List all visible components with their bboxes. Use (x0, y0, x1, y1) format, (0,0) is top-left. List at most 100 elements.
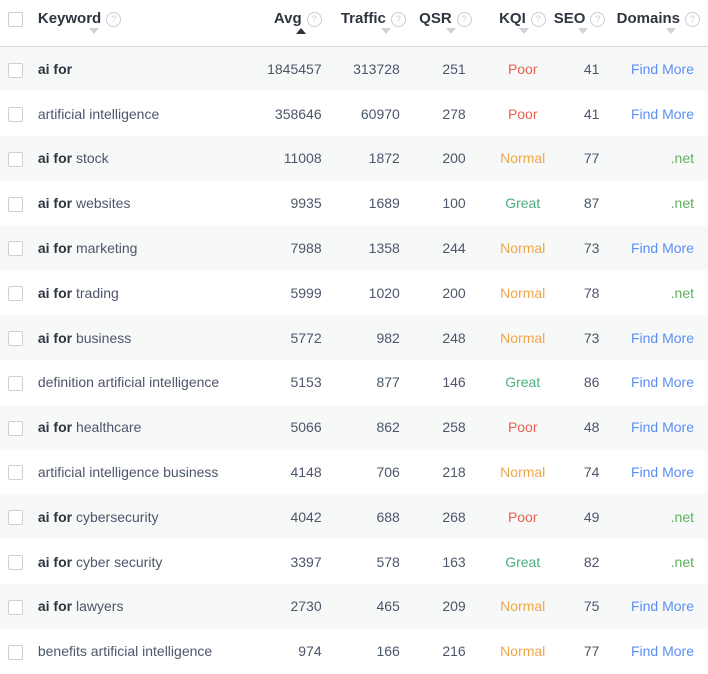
traffic-cell: 706 (376, 464, 400, 481)
find-more-link[interactable]: Find More (631, 464, 694, 480)
sort-arrow-avg-active-icon[interactable] (295, 28, 306, 34)
domains-cell: .net (617, 270, 708, 315)
find-more-link[interactable]: Find More (631, 330, 694, 346)
row-select-checkbox[interactable] (7, 375, 23, 391)
seo-cell: 77 (583, 150, 600, 167)
table-row[interactable]: benefits artificial intelligence 974 166 21… (0, 628, 708, 674)
table-row[interactable]: ai for cybersecurity 4042 688 268 Poor 49 .net (0, 494, 708, 540)
avg-cell: 974 (298, 643, 322, 660)
row-select-checkbox[interactable] (7, 555, 23, 571)
table-row[interactable]: ai for business 5772 982 248 Normal 73 Find Mo… (0, 315, 708, 361)
qsr-cell: 268 (442, 508, 466, 525)
keyword-cell[interactable]: artificial intelligence business (31, 450, 259, 495)
keyword-cell[interactable]: ai for marketing (31, 226, 259, 271)
seo-cell: 49 (583, 508, 600, 525)
help-icon[interactable]: ? (390, 11, 406, 27)
keyword-cell[interactable]: ai for (31, 47, 259, 92)
help-icon[interactable]: ? (590, 11, 606, 27)
table-row[interactable]: artificial intelligence 358646 60970 278 Poo… (0, 91, 708, 137)
column-header-seo[interactable]: SEO ? (554, 0, 618, 47)
sort-arrow-qsr-icon[interactable] (445, 28, 456, 34)
help-icon[interactable]: ? (106, 11, 122, 27)
keyword-match-text: ai for (37, 598, 73, 615)
domains-cell: .net (617, 136, 708, 181)
domains-cell: .net (617, 539, 708, 584)
traffic-cell: 1358 (368, 240, 400, 257)
kqi-cell: Normal (500, 464, 546, 481)
table-row[interactable]: artificial intelligence business 4148 706 2… (0, 449, 708, 495)
table-row[interactable]: ai for trading 5999 1020 200 Normal 78 .net (0, 270, 708, 316)
select-all-checkbox[interactable] (8, 11, 23, 27)
keyword-cell[interactable]: ai for cybersecurity (31, 494, 259, 539)
row-select-checkbox[interactable] (7, 510, 23, 526)
column-header-traffic[interactable]: Traffic ? (341, 0, 420, 47)
keyword-cell[interactable]: ai for stock (31, 136, 259, 181)
sort-arrow-keyword-icon[interactable] (88, 28, 99, 34)
table-row[interactable]: ai for lawyers 2730 465 209 Normal 75 Find Mor… (0, 584, 708, 629)
help-icon[interactable]: ? (685, 11, 700, 27)
table-row[interactable]: ai for websites 9935 1689 100 Great 87 .net (0, 180, 708, 226)
keyword-cell[interactable]: ai for business (31, 315, 259, 360)
keyword-rest-text: websites (72, 195, 131, 212)
traffic-cell: 465 (376, 598, 400, 615)
find-more-link[interactable]: Find More (631, 598, 694, 614)
keyword-match-text: ai for (37, 61, 73, 78)
help-icon[interactable]: ? (306, 11, 322, 27)
keyword-cell[interactable]: ai for websites (31, 181, 259, 226)
keyword-cell[interactable]: benefits artificial intelligence (31, 629, 259, 674)
table-row[interactable]: definition artificial intelligence 5153 87… (0, 360, 708, 405)
traffic-cell: 688 (376, 508, 400, 525)
row-select-checkbox[interactable] (7, 62, 23, 78)
row-select-checkbox[interactable] (7, 420, 23, 436)
column-header-kqi[interactable]: KQI ? (485, 0, 560, 47)
kqi-cell: Great (505, 553, 541, 570)
help-icon[interactable]: ? (530, 11, 546, 27)
keyword-cell[interactable]: ai for cyber security (31, 539, 259, 584)
domains-cell: .net (617, 181, 708, 226)
row-select-checkbox[interactable] (7, 241, 23, 257)
find-more-link[interactable]: Find More (631, 240, 694, 256)
find-more-link[interactable]: Find More (631, 374, 694, 390)
table-row[interactable]: ai for stock 11008 1872 200 Normal 77 .net (0, 136, 708, 181)
table-row[interactable]: ai for 1845457 313728 251 Poor 41 Find More (0, 46, 708, 92)
keyword-match-text: ai for (37, 240, 73, 257)
find-more-link[interactable]: Find More (631, 61, 694, 77)
sort-arrow-traffic-icon[interactable] (380, 28, 391, 34)
table-row[interactable]: ai for healthcare 5066 862 258 Poor 48 Find Mo… (0, 404, 708, 450)
qsr-cell: 248 (442, 329, 466, 346)
keyword-cell[interactable]: artificial intelligence (31, 91, 259, 136)
row-select-checkbox[interactable] (7, 107, 23, 123)
keyword-cell[interactable]: ai for lawyers (31, 584, 259, 629)
row-select-checkbox[interactable] (7, 331, 23, 347)
keyword-cell[interactable]: ai for healthcare (31, 405, 259, 450)
table-row[interactable]: ai for cyber security 3397 578 163 Great 82 .n… (0, 539, 708, 585)
keyword-cell[interactable]: definition artificial intelligence (31, 360, 259, 405)
row-select-checkbox[interactable] (7, 151, 23, 167)
sort-arrow-seo-icon[interactable] (578, 28, 589, 34)
row-select-checkbox[interactable] (7, 465, 23, 481)
keyword-cell[interactable]: ai for trading (31, 270, 259, 315)
row-checkbox-cell (0, 494, 31, 539)
column-header-qsr[interactable]: QSR ? (419, 0, 486, 47)
find-more-link[interactable]: Find More (631, 643, 694, 659)
domains-cell: Find More (617, 47, 708, 92)
row-select-checkbox[interactable] (7, 196, 23, 212)
column-header-keyword[interactable]: Keyword ? (30, 0, 260, 47)
traffic-cell: 578 (376, 553, 400, 570)
sort-arrow-kqi-icon[interactable] (518, 28, 529, 34)
row-select-checkbox[interactable] (7, 644, 23, 660)
find-more-link[interactable]: Find More (631, 419, 694, 435)
row-select-checkbox[interactable] (7, 599, 23, 615)
table-row[interactable]: ai for marketing 7988 1358 244 Normal 73 Find … (0, 225, 708, 271)
traffic-cell: 877 (376, 374, 400, 391)
row-select-checkbox[interactable] (7, 286, 23, 302)
sort-arrow-domains-icon[interactable] (666, 28, 676, 34)
column-header-avg[interactable]: Avg ? (259, 0, 342, 47)
find-more-link[interactable]: Find More (631, 106, 694, 122)
avg-cell: 2730 (290, 598, 322, 615)
column-header-qsr-label: QSR (419, 10, 452, 27)
help-icon[interactable]: ? (456, 11, 472, 27)
column-header-domains[interactable]: Domains ? (617, 0, 708, 47)
row-checkbox-cell (0, 91, 31, 136)
column-header-avg-label: Avg (273, 10, 302, 27)
